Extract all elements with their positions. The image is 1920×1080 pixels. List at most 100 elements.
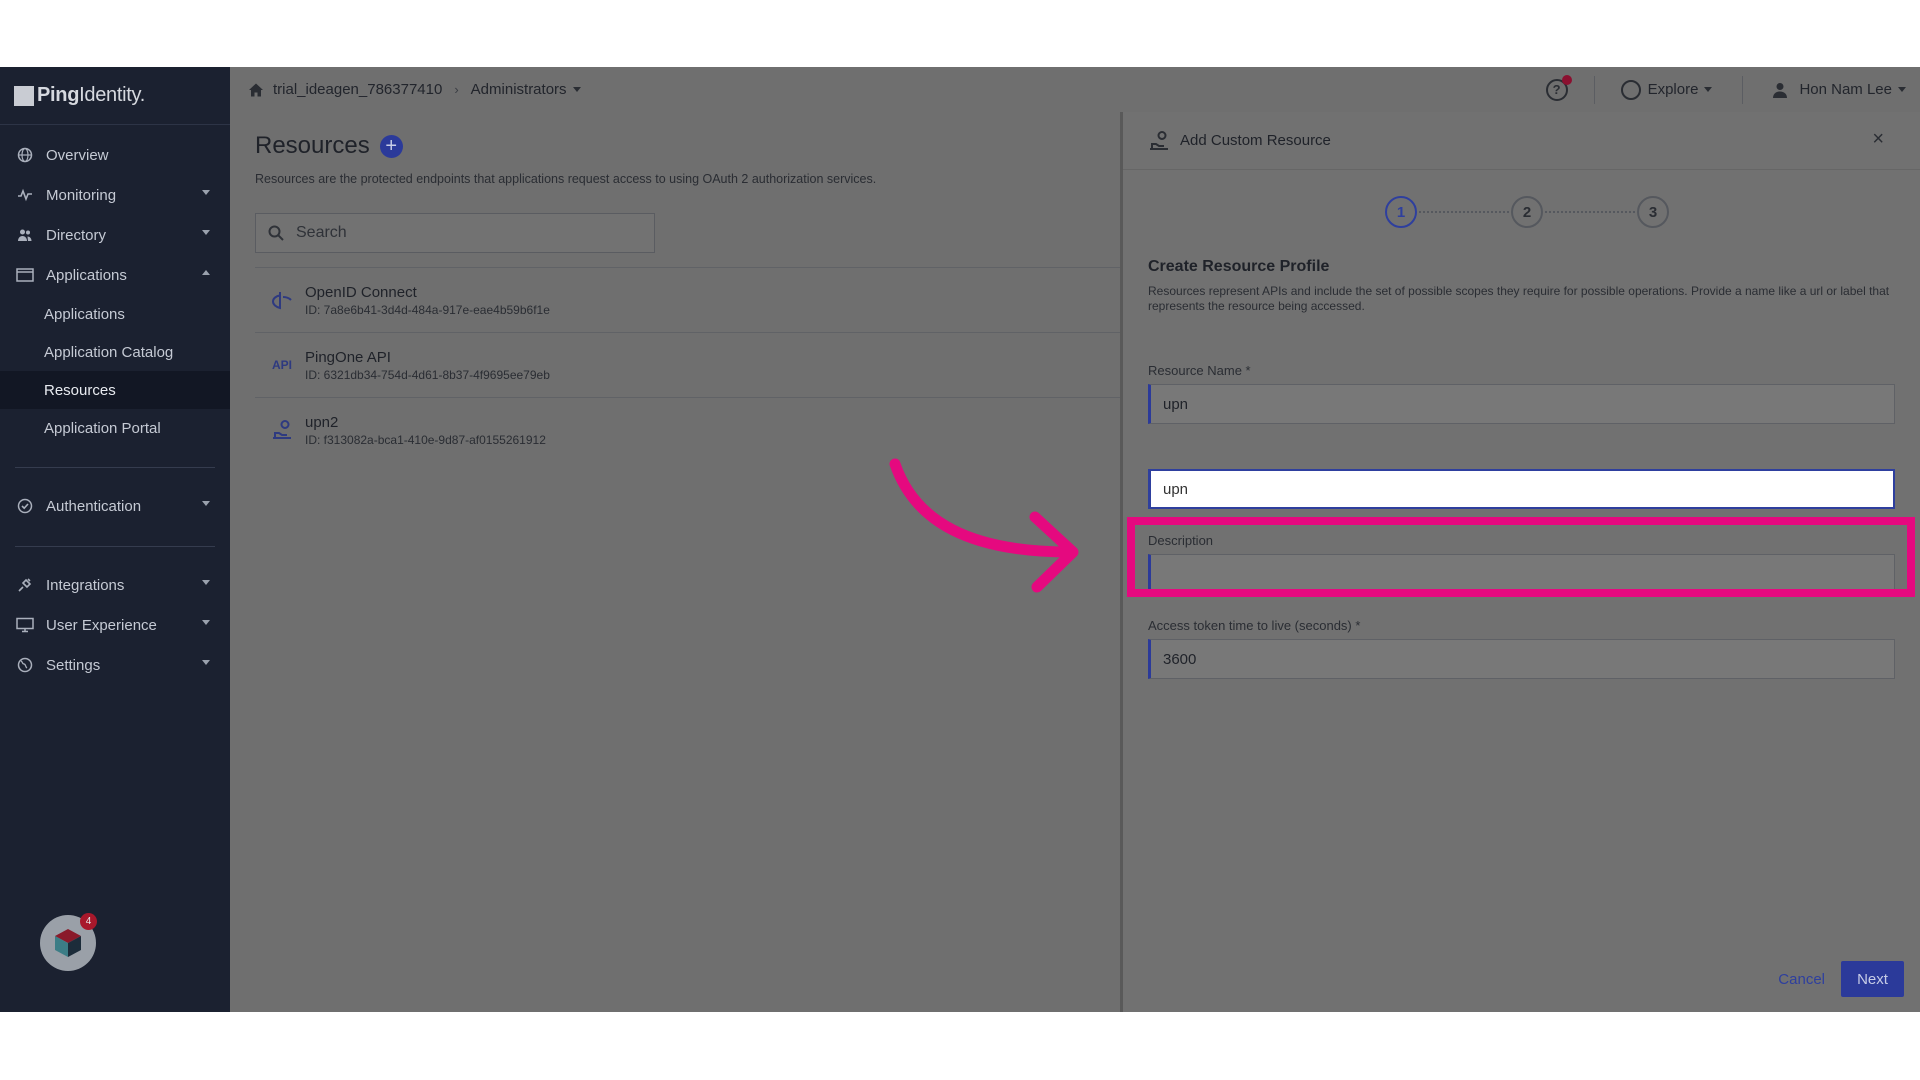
sidebar-item-settings[interactable]: Settings — [0, 645, 230, 685]
resource-id: ID: 7a8e6b41-3d4d-484a-917e-eae4b59b6f1e — [305, 302, 550, 317]
chevron-up-icon — [202, 270, 210, 275]
add-resource-button[interactable]: + — [379, 134, 403, 158]
step-connector — [1419, 211, 1509, 213]
plug-icon — [16, 576, 34, 594]
custom-resource-icon — [1150, 130, 1168, 150]
breadcrumb-separator: › — [454, 82, 459, 97]
sidebar-subitem-application-catalog[interactable]: Application Catalog — [0, 333, 230, 371]
role-dropdown[interactable]: Administrators — [471, 81, 581, 98]
app-window: PingIdentity. Overview Monitoring Direct… — [0, 67, 1920, 1012]
page-title: Resources + — [255, 132, 403, 160]
list-item-text: PingOne API ID: 6321db34-754d-4d61-8b37-… — [305, 349, 550, 382]
sidebar-subitem-resources[interactable]: Resources — [0, 371, 230, 409]
breadcrumb-environment[interactable]: trial_ideagen_786377410 — [273, 81, 442, 98]
sidebar-divider — [15, 467, 215, 468]
panel-footer: Cancel Next — [1778, 961, 1904, 997]
search-placeholder: Search — [296, 224, 347, 241]
sidebar-item-label: Directory — [46, 226, 107, 244]
help-widget-button[interactable]: 4 — [40, 913, 97, 971]
list-item[interactable]: OpenID Connect ID: 7a8e6b41-3d4d-484a-91… — [255, 267, 1120, 332]
sidebar-item-label: Settings — [46, 656, 101, 674]
panel-title: Add Custom Resource — [1180, 132, 1331, 149]
sidebar-nav-auth: Authentication — [0, 486, 230, 526]
search-icon — [268, 225, 284, 241]
sidebar-item-overview[interactable]: Overview — [0, 135, 230, 175]
next-button[interactable]: Next — [1841, 961, 1904, 997]
api-icon: API — [271, 358, 292, 372]
sidebar-item-label: Overview — [46, 146, 109, 164]
search-input[interactable]: Search — [255, 213, 655, 253]
audience-value: upn — [1163, 480, 1189, 498]
resource-id: ID: f313082a-bca1-410e-9d87-af0155261912 — [305, 432, 546, 447]
window-icon — [16, 266, 34, 284]
panel-header: Add Custom Resource — [1123, 112, 1920, 170]
list-item[interactable]: API PingOne API ID: 6321db34-754d-4d61-8… — [255, 332, 1120, 397]
step-1: 1 — [1385, 196, 1417, 228]
explore-label: Explore — [1647, 81, 1699, 98]
list-item-text: upn2 ID: f313082a-bca1-410e-9d87-af01552… — [305, 414, 546, 447]
pulse-icon — [16, 186, 34, 204]
sidebar-item-applications[interactable]: Applications — [0, 255, 230, 295]
chevron-down-icon — [1704, 87, 1713, 92]
ttl-value: 3600 — [1163, 650, 1197, 668]
help-icon[interactable]: ? — [1545, 74, 1572, 101]
resource-name-label: Resource Name * — [1148, 363, 1251, 378]
resource-list: OpenID Connect ID: 7a8e6b41-3d4d-484a-91… — [255, 267, 1120, 462]
sidebar-subitem-applications[interactable]: Applications — [0, 295, 230, 333]
custom-resource-icon — [270, 418, 294, 442]
sidebar-item-label: Authentication — [46, 497, 142, 515]
form-title: Create Resource Profile — [1148, 258, 1330, 275]
users-icon — [16, 226, 34, 244]
sidebar-nav: Overview Monitoring Directory Applicatio… — [0, 125, 230, 447]
sidebar-item-integrations[interactable]: Integrations — [0, 565, 230, 605]
compass-icon — [1620, 79, 1641, 100]
step-connector — [1545, 211, 1635, 213]
page-description: Resources are the protected endpoints th… — [255, 172, 877, 186]
openid-icon — [270, 288, 294, 312]
close-icon[interactable]: × — [1872, 128, 1884, 151]
sidebar-item-label: Applications — [46, 266, 127, 284]
user-menu[interactable]: Hon Nam Lee — [1743, 81, 1920, 99]
audience-field[interactable]: upn — [1148, 469, 1895, 509]
resource-name: upn2 — [305, 413, 339, 431]
chevron-down-icon — [202, 580, 210, 585]
globe-settings-icon — [16, 656, 34, 674]
resource-name: OpenID Connect — [305, 283, 417, 301]
notification-badge: 4 — [80, 913, 97, 930]
sidebar-subitem-application-portal[interactable]: Application Portal — [0, 409, 230, 447]
explore-menu[interactable]: Explore — [1595, 79, 1743, 100]
resource-name-field[interactable]: upn — [1148, 384, 1895, 424]
ttl-field[interactable]: 3600 — [1148, 639, 1895, 679]
page-title-text: Resources — [255, 132, 370, 159]
sidebar-item-user-experience[interactable]: User Experience — [0, 605, 230, 645]
sidebar-item-label: User Experience — [46, 616, 157, 634]
chevron-down-icon — [202, 660, 210, 665]
chevron-down-icon — [202, 190, 210, 195]
sidebar-item-label: Monitoring — [46, 186, 117, 204]
chevron-down-icon — [202, 620, 210, 625]
ttl-label: Access token time to live (seconds) * — [1148, 618, 1361, 633]
cancel-button[interactable]: Cancel — [1778, 971, 1825, 988]
topbar-actions: ? Explore Hon Nam Lee — [1545, 67, 1920, 112]
home-icon[interactable] — [247, 81, 265, 99]
logo-mark — [14, 85, 34, 106]
logo-text: PingIdentity. — [37, 84, 145, 106]
cube-icon — [55, 929, 81, 957]
step-3: 3 — [1637, 196, 1669, 228]
step-2: 2 — [1511, 196, 1543, 228]
logo[interactable]: PingIdentity. — [0, 67, 230, 125]
resource-id: ID: 6321db34-754d-4d61-8b37-4f9695ee79eb — [305, 367, 550, 382]
chevron-down-icon — [572, 87, 581, 92]
check-circle-icon — [16, 497, 34, 515]
notification-dot — [1561, 74, 1572, 85]
form-description: Resources represent APIs and include the… — [1148, 284, 1890, 313]
user-name: Hon Nam Lee — [1799, 81, 1892, 98]
sidebar-item-directory[interactable]: Directory — [0, 215, 230, 255]
chevron-down-icon — [1898, 87, 1906, 92]
sidebar-item-authentication[interactable]: Authentication — [0, 486, 230, 526]
resource-name: PingOne API — [305, 348, 391, 366]
top-bar: trial_ideagen_786377410 › Administrators… — [230, 67, 1920, 112]
sidebar-item-monitoring[interactable]: Monitoring — [0, 175, 230, 215]
chevron-down-icon — [202, 230, 210, 235]
arrow-annotation-icon — [889, 458, 1079, 593]
